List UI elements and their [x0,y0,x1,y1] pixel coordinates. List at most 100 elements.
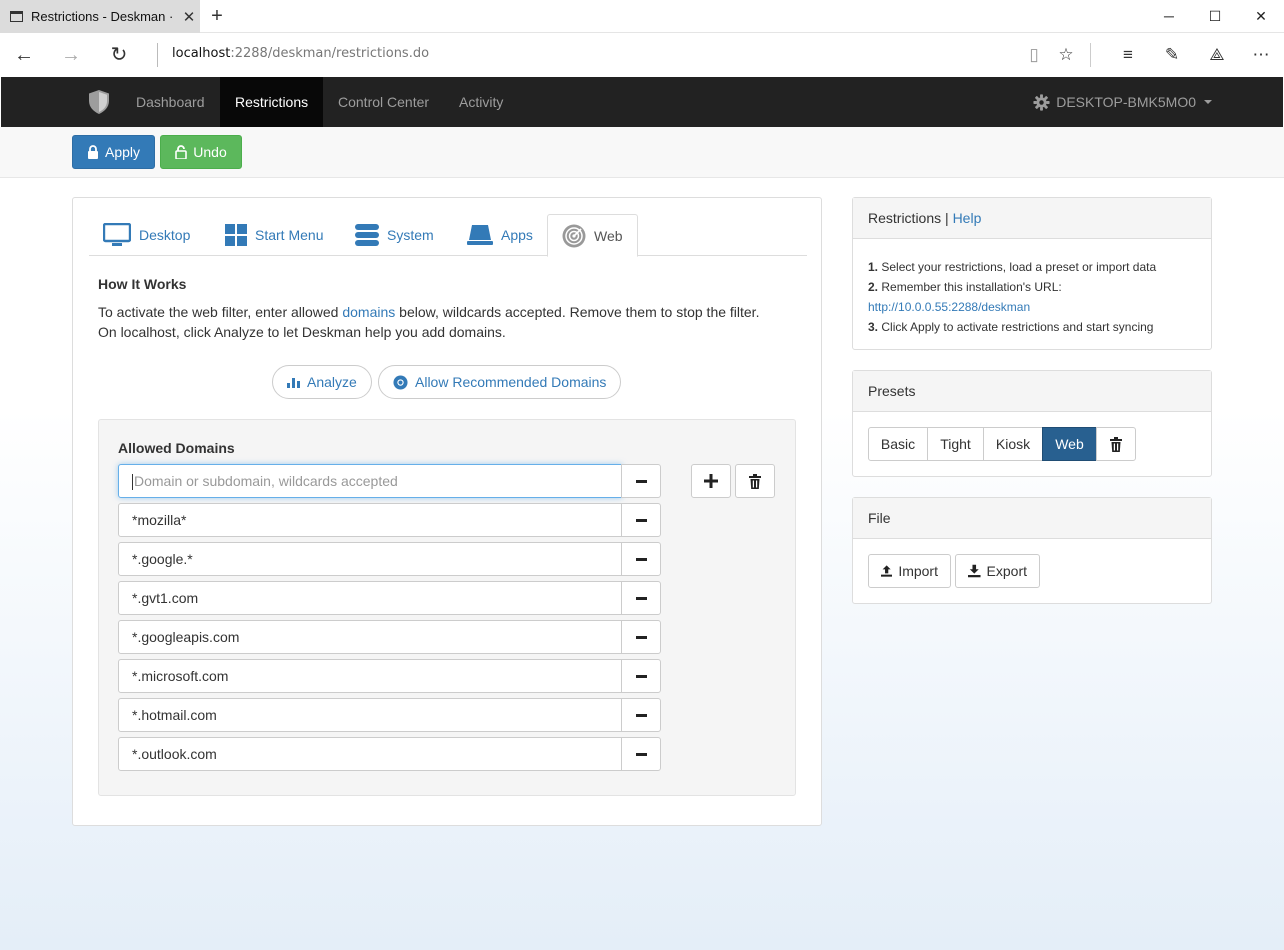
tab-desktop-label: Desktop [139,227,191,243]
bar-chart-icon [287,378,300,388]
hub-icon[interactable]: ≡ [1113,40,1143,70]
step1-number: 1. [868,260,879,274]
presets-title: Presets [853,371,1211,412]
tab-system-label: System [387,227,434,243]
remove-domain-button[interactable] [621,659,661,693]
minus-icon [635,518,647,522]
preset-kiosk-button[interactable]: Kiosk [983,427,1043,461]
allow-recommended-button[interactable]: Allow Recommended Domains [378,365,622,399]
domain-row: *.outlook.com [118,737,661,771]
app-navbar: Dashboard Restrictions Control Center Ac… [1,77,1283,127]
remove-domain-button[interactable] [621,503,661,537]
window-close-button[interactable]: ✕ [1238,0,1284,33]
file-panel: File Import Export [852,497,1212,604]
setup-steps: 1. Select your restrictions, load a pres… [853,239,1211,337]
clear-domains-button[interactable] [735,464,775,498]
domain-row: *.hotmail.com [118,698,661,732]
category-tabs: Desktop Start Menu System Apps Web [89,214,807,257]
delete-preset-button[interactable] [1096,427,1136,461]
domain-input[interactable]: *.outlook.com [118,737,622,771]
share-icon[interactable]: ⟁ [1202,40,1232,70]
allowed-domains-title: Allowed Domains [118,440,235,456]
tab-start-menu[interactable]: Start Menu [211,214,337,256]
minimize-button[interactable]: ─ [1146,0,1192,33]
forward-icon[interactable]: → [56,40,86,70]
toolbar-separator [1090,43,1091,67]
domain-input[interactable]: *.googleapis.com [118,620,622,654]
new-tab-button[interactable]: + [204,4,230,28]
action-toolbar: Apply Undo [0,127,1284,178]
remove-domain-button[interactable] [621,581,661,615]
browser-tab[interactable]: Restrictions - Deskman · ✕ [0,0,200,33]
remove-domain-button[interactable] [621,464,661,498]
domain-input[interactable]: *.hotmail.com [118,698,622,732]
web-note-icon[interactable]: ✎ [1157,40,1187,70]
favorite-star-icon[interactable]: ☆ [1051,40,1081,70]
step3-number: 3. [868,320,879,334]
reading-view-icon[interactable]: ▯ [1019,40,1049,70]
analyze-label: Analyze [307,374,357,390]
domain-input[interactable]: *.microsoft.com [118,659,622,693]
remove-domain-button[interactable] [621,620,661,654]
url-field[interactable]: localhost:2288/deskman/restrictions.do [172,46,429,61]
tab-apps-label: Apps [501,227,533,243]
domain-input[interactable]: *.gvt1.com [118,581,622,615]
remove-domain-button[interactable] [621,542,661,576]
nav-activity[interactable]: Activity [444,77,518,127]
more-icon[interactable]: ⋯ [1246,40,1276,70]
domains-link[interactable]: domains [342,304,395,320]
apply-label: Apply [104,144,141,160]
preset-basic-button[interactable]: Basic [868,427,928,461]
minus-icon [635,596,647,600]
address-separator [157,43,158,67]
close-tab-icon[interactable]: ✕ [178,8,200,26]
domain-row: *.google.* [118,542,661,576]
unlock-icon [175,145,188,159]
new-domain-input[interactable]: Domain or subdomain, wildcards accepted [118,464,622,498]
restrictions-info-title: Restrictions [868,210,942,226]
domain-row: *mozilla* [118,503,661,537]
domain-input[interactable]: *.google.* [118,542,622,576]
undo-button[interactable]: Undo [160,135,242,169]
presets-panel: Presets Basic Tight Kiosk Web [852,370,1212,477]
apply-button[interactable]: Apply [72,135,155,169]
tab-web[interactable]: Web [547,214,638,257]
browser-tab-bar: Restrictions - Deskman · ✕ + ─ ☐ ✕ [0,0,1284,33]
preset-tight-button[interactable]: Tight [927,427,984,461]
host-dropdown[interactable]: DESKTOP-BMK5MO0 [1033,77,1212,127]
maximize-button[interactable]: ☐ [1192,0,1238,33]
preset-web-button[interactable]: Web [1042,427,1097,461]
tab-apps[interactable]: Apps [453,214,547,256]
installation-url-link[interactable]: http://10.0.0.55:2288/deskman [868,297,1196,317]
nav-dashboard[interactable]: Dashboard [121,77,220,127]
domain-input[interactable]: *mozilla* [118,503,622,537]
remove-domain-button[interactable] [621,698,661,732]
nav-restrictions[interactable]: Restrictions [220,77,323,127]
back-icon[interactable]: ← [9,40,39,70]
tab-desktop[interactable]: Desktop [89,214,204,256]
lock-icon [87,145,98,159]
download-icon [968,564,981,578]
file-title: File [853,498,1211,539]
how-line2: On localhost, click Analyze to let Deskm… [98,324,506,340]
how-line1-pre: To activate the web filter, enter allowe… [98,304,343,320]
add-domain-button[interactable] [691,464,731,498]
refresh-icon[interactable]: ↻ [104,40,134,70]
help-link[interactable]: Help [953,210,982,226]
nav-control-center[interactable]: Control Center [323,77,444,127]
remove-domain-button[interactable] [621,737,661,771]
tab-system[interactable]: System [341,214,448,256]
export-label: Export [986,563,1027,579]
windows-icon [225,224,247,246]
page-icon [10,11,23,22]
url-path: :2288/deskman/restrictions.do [230,46,430,61]
import-button[interactable]: Import [868,554,951,588]
domain-row: *.googleapis.com [118,620,661,654]
analyze-button[interactable]: Analyze [272,365,372,399]
header-separator: | [945,210,949,226]
database-icon [355,224,379,246]
export-button[interactable]: Export [955,554,1040,588]
upload-icon [881,565,893,577]
trash-icon [749,473,761,489]
shield-logo-icon[interactable] [87,89,111,115]
